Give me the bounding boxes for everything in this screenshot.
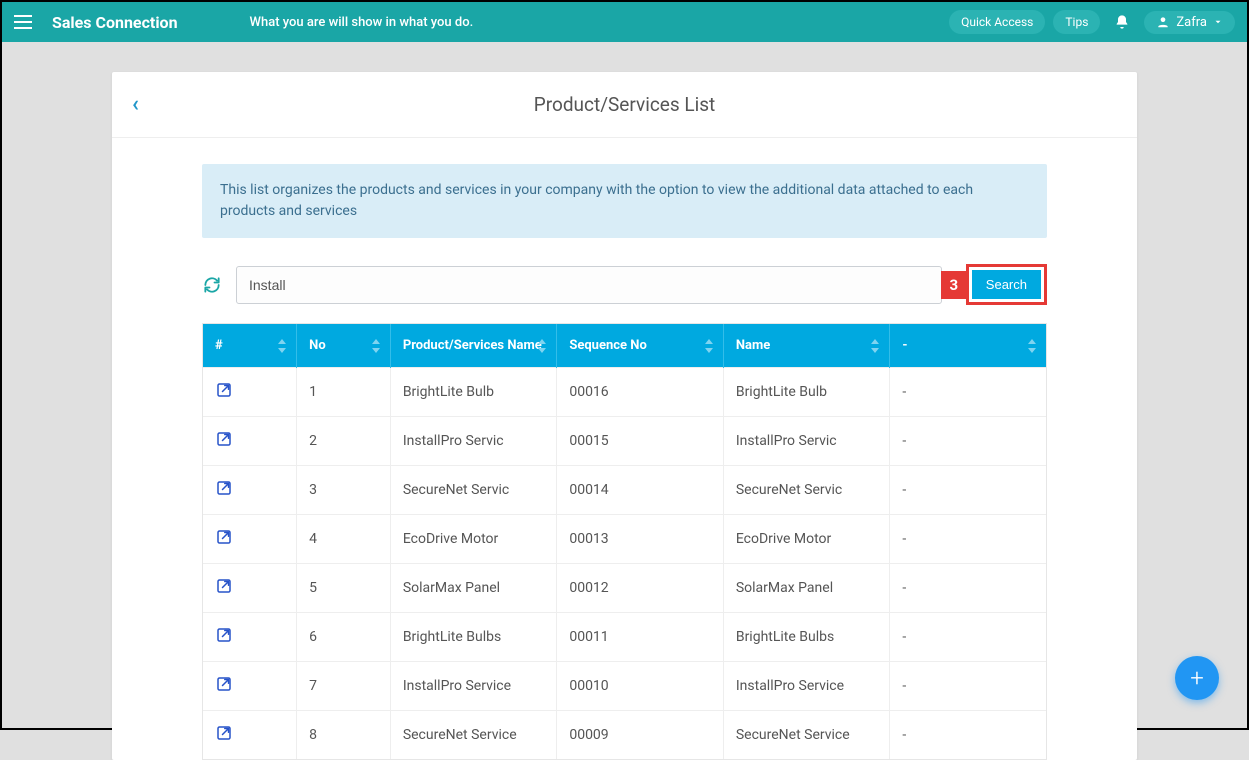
cell-no: 4 <box>297 515 391 564</box>
col-psname[interactable]: Product/Services Name <box>390 324 557 368</box>
open-icon[interactable] <box>215 626 233 644</box>
cell-psname: InstallPro Service <box>390 662 557 711</box>
cell-psname: SolarMax Panel <box>390 564 557 613</box>
tagline: What you are will show in what you do. <box>250 15 474 30</box>
col-name[interactable]: Name <box>723 324 890 368</box>
open-icon[interactable] <box>215 430 233 448</box>
cell-name: BrightLite Bulb <box>723 368 890 417</box>
cell-seq: 00010 <box>557 662 724 711</box>
search-box <box>236 266 942 304</box>
cell-psname: BrightLite Bulb <box>390 368 557 417</box>
cell-last: - <box>890 466 1046 515</box>
cell-psname: SecureNet Servic <box>390 466 557 515</box>
open-icon[interactable] <box>215 577 233 595</box>
table-row: 5SolarMax Panel00012SolarMax Panel- <box>203 564 1046 613</box>
product-table: # No Product/Services Name Sequence No N… <box>202 323 1047 760</box>
cell-last: - <box>890 613 1046 662</box>
cell-psname: SecureNet Service <box>390 711 557 760</box>
refresh-icon[interactable] <box>202 275 222 295</box>
open-icon[interactable] <box>215 528 233 546</box>
open-icon[interactable] <box>215 724 233 742</box>
cell-seq: 00011 <box>557 613 724 662</box>
cell-name: BrightLite Bulbs <box>723 613 890 662</box>
col-hash[interactable]: # <box>203 324 297 368</box>
cell-psname: BrightLite Bulbs <box>390 613 557 662</box>
cell-psname: InstallPro Servic <box>390 417 557 466</box>
cell-name: SecureNet Servic <box>723 466 890 515</box>
tips-button[interactable]: Tips <box>1053 10 1100 34</box>
back-button[interactable]: ‹ <box>132 92 152 117</box>
user-menu[interactable]: Zafra <box>1144 11 1235 34</box>
cell-last: - <box>890 368 1046 417</box>
cell-name: EcoDrive Motor <box>723 515 890 564</box>
cell-last: - <box>890 711 1046 760</box>
open-icon[interactable] <box>215 479 233 497</box>
cell-last: - <box>890 564 1046 613</box>
add-fab[interactable]: + <box>1175 656 1219 700</box>
col-no[interactable]: No <box>297 324 391 368</box>
chevron-down-icon <box>1213 17 1223 27</box>
search-button-highlight: 3 Search <box>966 264 1047 305</box>
brand-name: Sales Connection <box>52 13 178 32</box>
search-button[interactable]: Search <box>972 270 1041 299</box>
quick-access-button[interactable]: Quick Access <box>949 10 1045 34</box>
cell-no: 5 <box>297 564 391 613</box>
cell-seq: 00014 <box>557 466 724 515</box>
cell-name: SolarMax Panel <box>723 564 890 613</box>
table-row: 8SecureNet Service00009SecureNet Service… <box>203 711 1046 760</box>
cell-seq: 00009 <box>557 711 724 760</box>
info-banner: This list organizes the products and ser… <box>202 164 1047 238</box>
table-row: 3SecureNet Servic00014SecureNet Servic- <box>203 466 1046 515</box>
bell-icon[interactable] <box>1114 13 1130 31</box>
cell-last: - <box>890 515 1046 564</box>
cell-seq: 00012 <box>557 564 724 613</box>
table-row: 6BrightLite Bulbs00011BrightLite Bulbs- <box>203 613 1046 662</box>
cell-seq: 00016 <box>557 368 724 417</box>
cell-seq: 00015 <box>557 417 724 466</box>
cell-seq: 00013 <box>557 515 724 564</box>
table-row: 2InstallPro Servic00015InstallPro Servic… <box>203 417 1046 466</box>
cell-no: 6 <box>297 613 391 662</box>
cell-last: - <box>890 662 1046 711</box>
table-row: 4EcoDrive Motor00013EcoDrive Motor- <box>203 515 1046 564</box>
cell-last: - <box>890 417 1046 466</box>
cell-no: 1 <box>297 368 391 417</box>
search-input[interactable] <box>237 277 941 293</box>
cell-name: SecureNet Service <box>723 711 890 760</box>
cell-name: InstallPro Service <box>723 662 890 711</box>
open-icon[interactable] <box>215 675 233 693</box>
cell-no: 3 <box>297 466 391 515</box>
col-last[interactable]: - <box>890 324 1046 368</box>
step-badge: 3 <box>941 271 967 299</box>
cell-no: 8 <box>297 711 391 760</box>
avatar-icon <box>1156 15 1170 29</box>
col-seq[interactable]: Sequence No <box>557 324 724 368</box>
cell-no: 7 <box>297 662 391 711</box>
table-row: 7InstallPro Service00010InstallPro Servi… <box>203 662 1046 711</box>
main-card: ‹ Product/Services List This list organi… <box>112 72 1137 760</box>
cell-name: InstallPro Servic <box>723 417 890 466</box>
page-title: Product/Services List <box>152 93 1097 116</box>
cell-psname: EcoDrive Motor <box>390 515 557 564</box>
topbar: Sales Connection What you are will show … <box>2 2 1247 42</box>
user-name: Zafra <box>1176 15 1207 30</box>
open-icon[interactable] <box>215 381 233 399</box>
table-row: 1BrightLite Bulb00016BrightLite Bulb- <box>203 368 1046 417</box>
cell-no: 2 <box>297 417 391 466</box>
hamburger-icon[interactable] <box>14 11 36 33</box>
